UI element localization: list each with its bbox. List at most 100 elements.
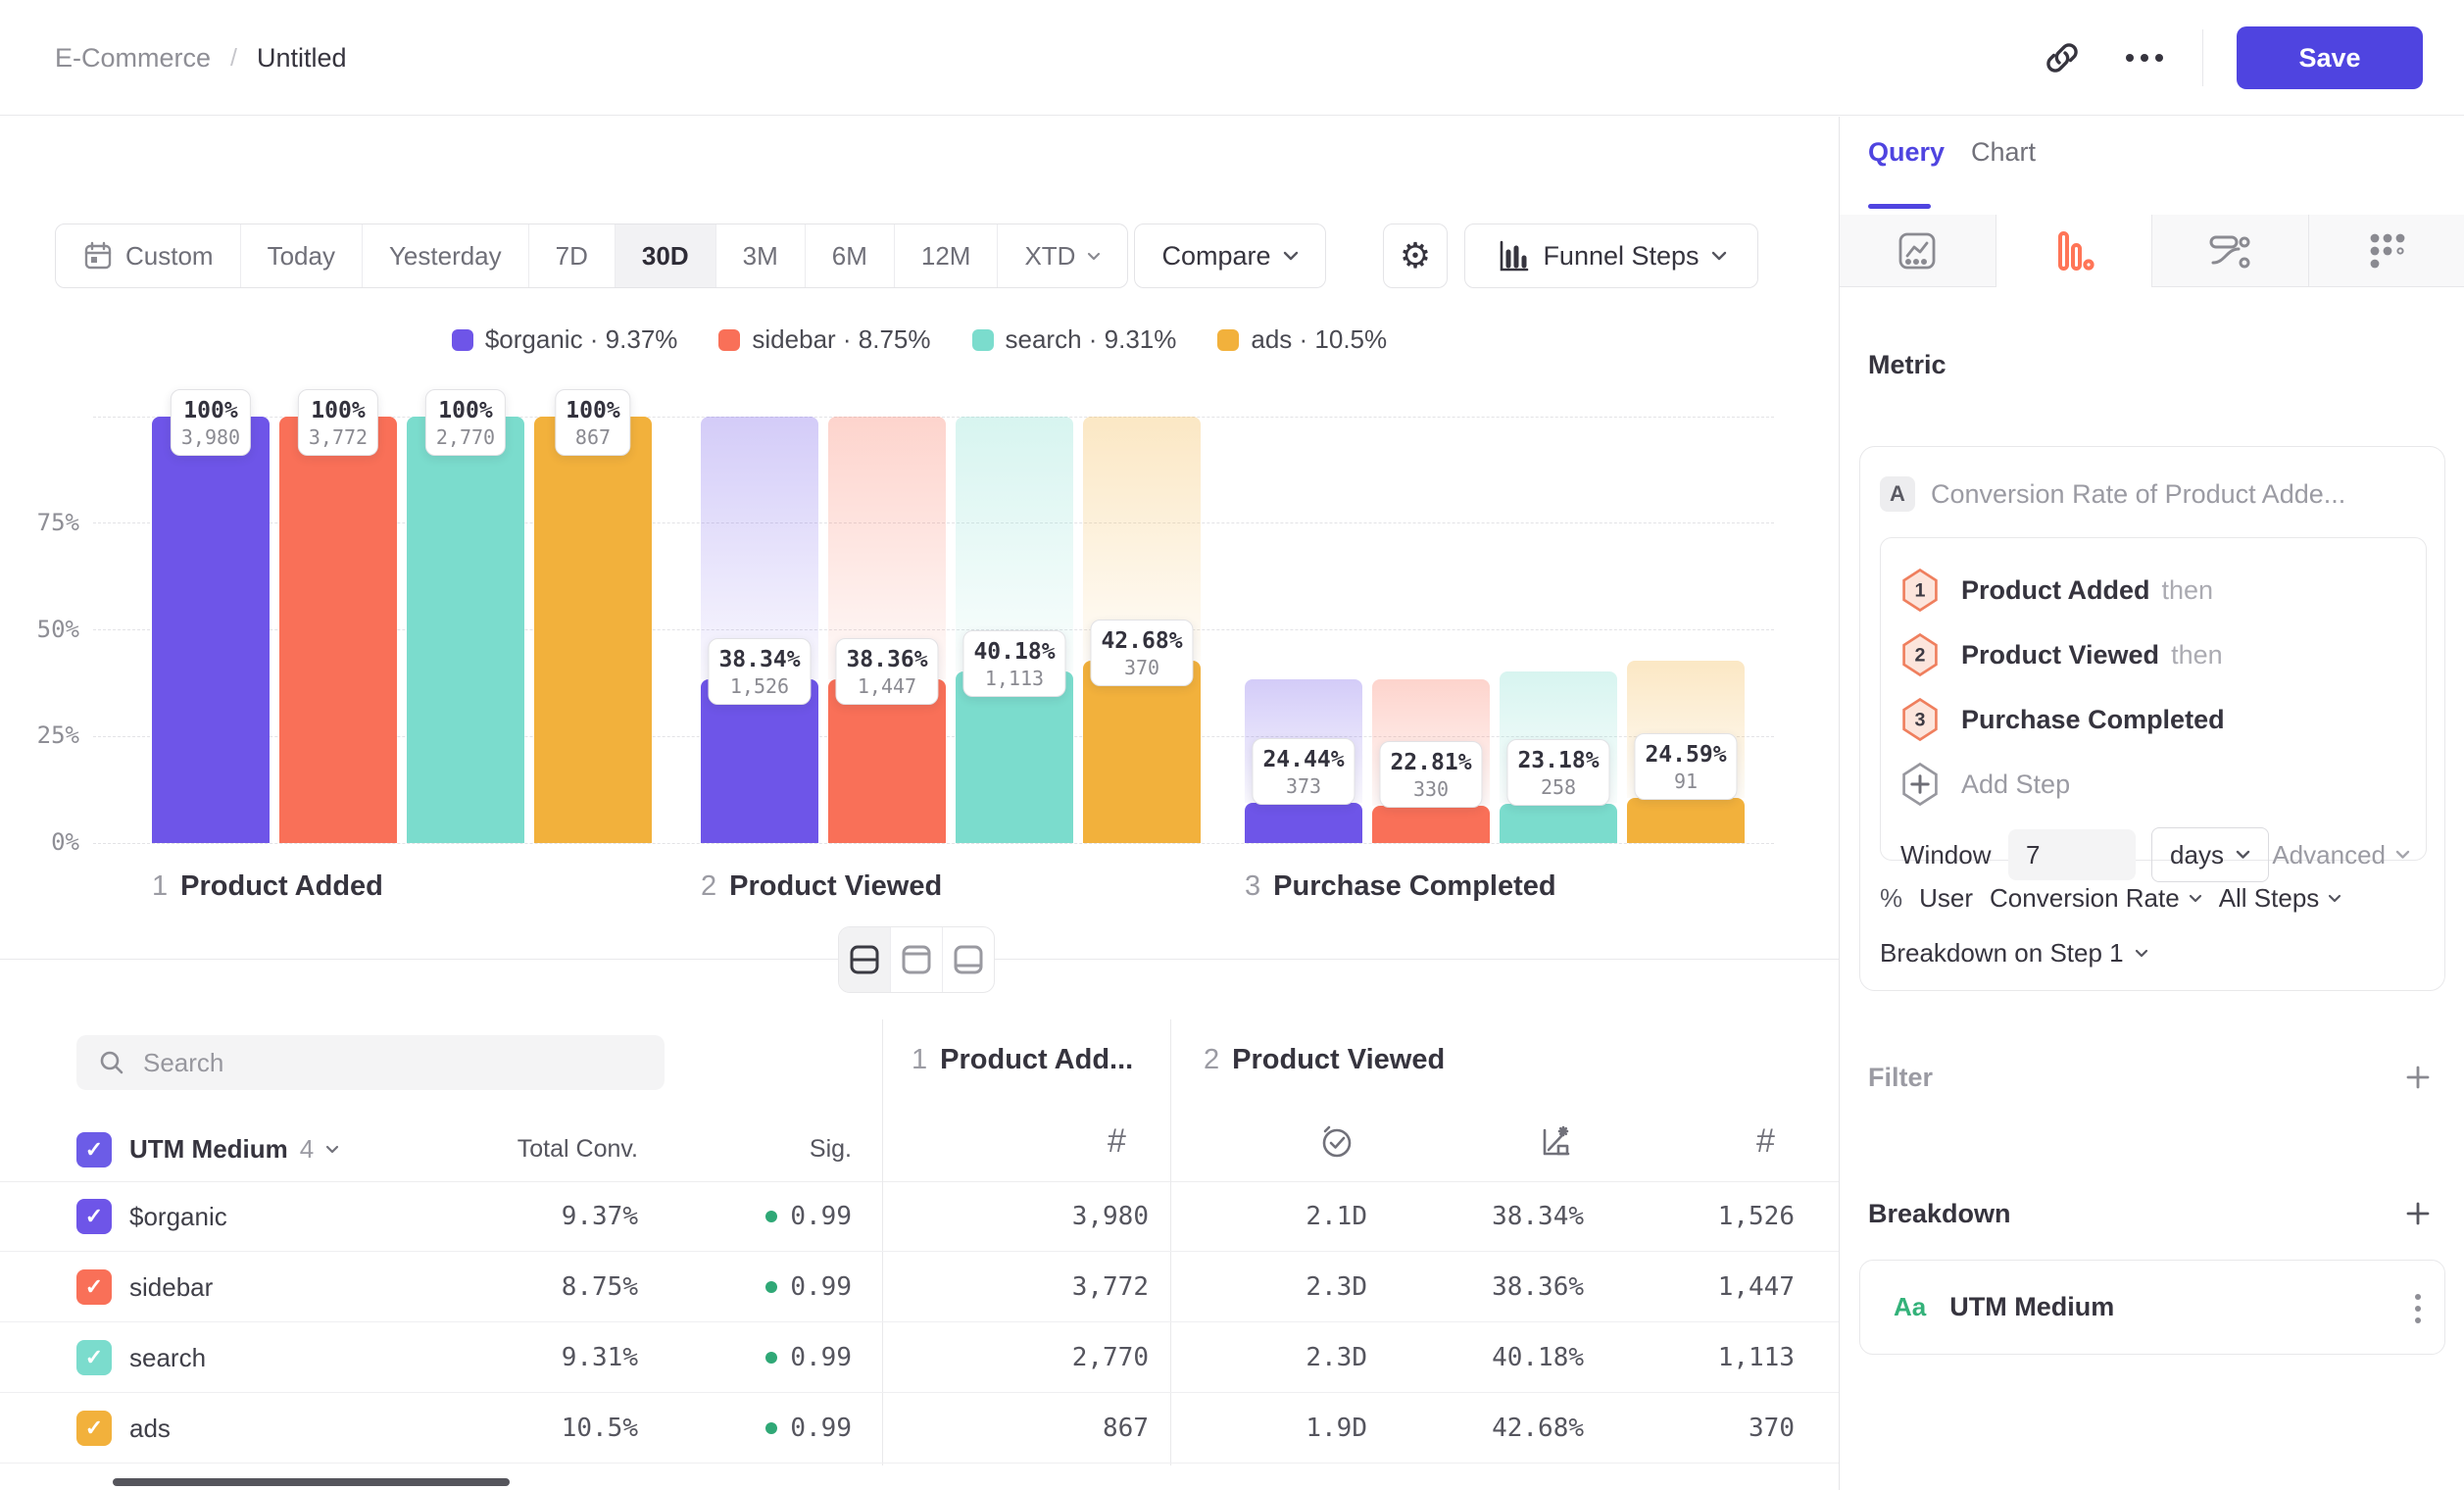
report-type-funnels[interactable] (1996, 215, 2153, 287)
chevron-down-icon (1283, 251, 1299, 261)
y-axis-tick: 50% (11, 616, 79, 643)
calendar-icon (82, 240, 114, 272)
legend-swatch (972, 329, 994, 351)
date-range-30d[interactable]: 30D (616, 224, 716, 287)
table-group-header-step2[interactable]: 2 Product Viewed (1204, 1044, 1445, 1076)
tab-query[interactable]: Query (1868, 137, 1945, 168)
row-breakdown-value: sidebar (129, 1252, 213, 1322)
legend-item-ads[interactable]: ads · 10.5% (1217, 324, 1387, 355)
breakdown-on-step-dropdown[interactable]: Breakdown on Step 1 (1880, 931, 2148, 974)
bar-value-label: 24.44%373 (1252, 738, 1355, 805)
save-button[interactable]: Save (2237, 26, 2423, 89)
horizontal-scrollbar[interactable] (113, 1478, 510, 1486)
report-type-insights[interactable] (1840, 215, 1996, 287)
date-range-7d[interactable]: 7D (529, 224, 616, 287)
legend-item-search[interactable]: search · 9.31% (972, 324, 1177, 355)
window-value-input[interactable]: 7 (2008, 829, 2136, 880)
row-checkbox[interactable]: ✓ (76, 1411, 112, 1446)
breakdown-item-card[interactable]: Aa UTM Medium (1859, 1260, 2445, 1355)
breakdown-item-menu-button[interactable] (2415, 1261, 2421, 1356)
metric-step-3[interactable]: 3Purchase Completed (1900, 698, 2406, 741)
breakdown-heading: Breakdown (1868, 1199, 2011, 1229)
svg-text:2: 2 (1915, 645, 1926, 667)
header-divider (2202, 29, 2203, 86)
split-view-button[interactable] (839, 927, 891, 992)
steps-scope-dropdown[interactable]: All Steps (2219, 883, 2342, 914)
step-name: Purchase Completed (1273, 870, 1555, 903)
add-breakdown-button[interactable] (2400, 1196, 2436, 1231)
funnel-bar-step3-sidebar[interactable] (1372, 806, 1490, 843)
funnel-steps-card: Window 7 days Advanced 1Product Addedthe… (1880, 537, 2427, 861)
date-range-3m[interactable]: 3M (716, 224, 806, 287)
funnel-bar-step1-sidebar[interactable] (279, 417, 397, 843)
date-range-yesterday[interactable]: Yesterday (363, 224, 529, 287)
funnel-bar-step1-organic[interactable] (152, 417, 270, 843)
add-filter-button[interactable] (2400, 1060, 2436, 1095)
table-only-view-button[interactable] (943, 927, 994, 992)
measurement-dropdown[interactable]: Conversion Rate (1990, 883, 2202, 914)
bar-count: 370 (1101, 656, 1182, 679)
chart-settings-button[interactable]: ⚙ (1383, 224, 1448, 288)
funnel-bar-step3-ads[interactable] (1627, 798, 1745, 843)
row-checkbox[interactable]: ✓ (76, 1199, 112, 1234)
select-all-checkbox[interactable]: ✓ (76, 1132, 112, 1167)
window-label: Window (1900, 827, 1991, 882)
total-conv-column-header[interactable]: Total Conv. (442, 1118, 638, 1181)
funnel-bar-step1-ads[interactable] (534, 417, 652, 843)
window-unit-select[interactable]: days (2151, 827, 2269, 882)
copy-link-button[interactable] (2038, 33, 2087, 82)
legend-swatch (1217, 329, 1239, 351)
bar-value-label: 100%2,770 (425, 389, 506, 456)
breadcrumb-report-title[interactable]: Untitled (257, 43, 347, 74)
sig-column-header[interactable]: Sig. (656, 1118, 852, 1181)
funnel-bar-step1-search[interactable] (407, 417, 524, 843)
date-range-6m[interactable]: 6M (806, 224, 895, 287)
funnel-bar-step2-ads[interactable] (1083, 661, 1201, 843)
step-event-name: Product Added (1961, 575, 2150, 606)
row-checkbox[interactable]: ✓ (76, 1269, 112, 1305)
legend-item-sidebar[interactable]: sidebar · 8.75% (718, 324, 930, 355)
breadcrumb-project[interactable]: E-Commerce (55, 43, 211, 74)
legend-item-organic[interactable]: $organic · 9.37% (452, 324, 678, 355)
table-row-sidebar: ✓sidebar8.75%0.993,7722.3D38.36%1,447 (0, 1252, 1839, 1322)
row-avg-time-to-convert: 1.9D (1201, 1393, 1367, 1464)
row-step2-count: 1,526 (1628, 1181, 1795, 1252)
breakdown-column-header[interactable]: UTM Medium 4 (129, 1118, 339, 1181)
row-step2-count: 370 (1628, 1393, 1795, 1464)
report-type-flows[interactable] (2152, 215, 2309, 287)
tab-chart[interactable]: Chart (1971, 137, 2036, 168)
metric-step-2[interactable]: 2Product Viewedthen (1900, 633, 2406, 676)
date-range-custom[interactable]: Custom (56, 224, 241, 287)
date-range-selector: CustomTodayYesterday7D30D3M6M12MXTD (55, 224, 1128, 288)
chart-type-button[interactable]: Funnel Steps (1464, 224, 1758, 288)
bar-conversion-pct: 24.44% (1262, 747, 1344, 772)
counting-entity-dropdown[interactable]: User (1919, 883, 1973, 914)
table-group-header-step1[interactable]: 1 Product Add... (912, 1044, 1133, 1076)
date-range-xtd[interactable]: XTD (998, 224, 1127, 287)
chart-only-view-button[interactable] (891, 927, 943, 992)
y-axis-tick: 75% (11, 509, 79, 536)
report-type-retention[interactable] (2309, 215, 2464, 287)
row-checkbox[interactable]: ✓ (76, 1340, 112, 1375)
funnel-bar-step3-search[interactable] (1500, 804, 1617, 843)
chevron-down-icon (2189, 894, 2202, 903)
chevron-down-icon (325, 1145, 339, 1154)
row-significance: 0.99 (656, 1393, 852, 1464)
funnel-bar-step2-search[interactable] (956, 671, 1073, 843)
step-name: Product Viewed (1232, 1044, 1445, 1076)
metric-step-1[interactable]: 1Product Addedthen (1900, 569, 2406, 612)
table-search-input[interactable]: Search (76, 1035, 665, 1090)
table-row-ads: ✓ads10.5%0.998671.9D42.68%370 (0, 1393, 1839, 1464)
metric-name[interactable]: Conversion Rate of Product Adde... (1931, 476, 2345, 512)
date-range-12m[interactable]: 12M (895, 224, 999, 287)
compare-button[interactable]: Compare (1134, 224, 1326, 288)
funnel-bar-step3-organic[interactable] (1245, 803, 1362, 843)
row-breakdown-value: $organic (129, 1181, 227, 1252)
advanced-toggle[interactable]: Advanced (2272, 827, 2410, 882)
row-step1-count: 867 (953, 1393, 1149, 1464)
add-step-button[interactable]: Add Step (1900, 763, 2406, 806)
date-range-today[interactable]: Today (241, 224, 363, 287)
more-menu-button[interactable] (2120, 33, 2169, 82)
row-breakdown-value: search (129, 1322, 206, 1393)
row-step-conv-rate: 38.34% (1417, 1181, 1584, 1252)
